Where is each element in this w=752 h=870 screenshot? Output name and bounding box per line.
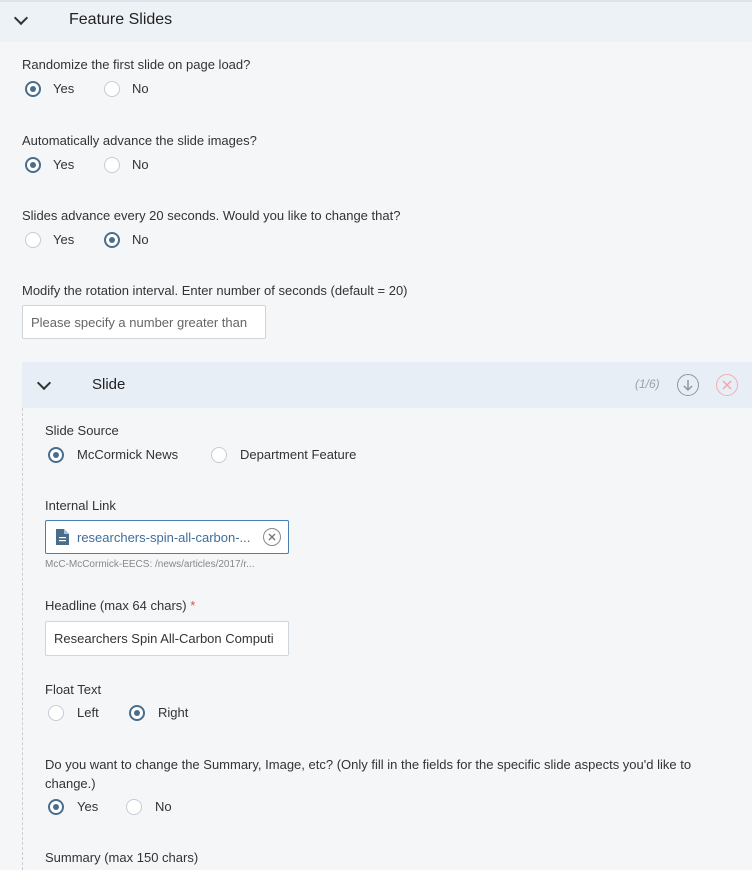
change-interval-yes-label[interactable]: Yes <box>53 232 74 247</box>
rotation-interval-label: Modify the rotation interval. Enter numb… <box>22 283 408 298</box>
change-summary-label-line2: change.) <box>45 776 96 791</box>
required-marker: * <box>190 598 196 613</box>
arrow-down-circle-icon <box>683 380 693 392</box>
slide-count: (1/6) <box>635 377 660 391</box>
close-circle-icon <box>722 380 732 390</box>
internal-link-field[interactable]: researchers-spin-all-carbon-... <box>45 520 289 554</box>
internal-link-path: McC-McCormick-EECS: /news/articles/2017/… <box>45 559 255 570</box>
chevron-down-icon[interactable] <box>13 10 29 26</box>
internal-link-label: Internal Link <box>45 498 116 513</box>
randomize-label: Randomize the first slide on page load? <box>22 57 251 72</box>
change-interval-yes-radio[interactable] <box>25 232 41 248</box>
slide-title: Slide <box>92 376 126 393</box>
float-left-label[interactable]: Left <box>77 705 99 720</box>
document-icon <box>56 529 69 545</box>
randomize-no-label[interactable]: No <box>132 81 149 96</box>
auto-advance-yes-label[interactable]: Yes <box>53 157 74 172</box>
summary-label: Summary (max 150 chars) <box>45 850 199 865</box>
source-department-feature-label[interactable]: Department Feature <box>240 447 356 462</box>
change-summary-no-label[interactable]: No <box>155 799 172 814</box>
change-summary-yes-radio[interactable] <box>48 799 64 815</box>
rotation-interval-input[interactable] <box>22 305 266 339</box>
randomize-yes-radio[interactable] <box>25 81 41 97</box>
slide-divider <box>22 408 23 870</box>
change-summary-no-radio[interactable] <box>126 799 142 815</box>
change-interval-no-label[interactable]: No <box>132 232 149 247</box>
change-interval-no-radio[interactable] <box>104 232 120 248</box>
change-summary-label-line1: Do you want to change the Summary, Image… <box>45 757 692 772</box>
headline-label: Headline (max 64 chars) * <box>45 598 195 613</box>
slide-header[interactable]: Slide (1/6) <box>22 362 752 408</box>
randomize-yes-label[interactable]: Yes <box>53 81 74 96</box>
clear-icon <box>268 533 276 541</box>
source-mccormick-news-label[interactable]: McCormick News <box>77 447 178 462</box>
slide-source-label: Slide Source <box>45 423 119 438</box>
source-mccormick-news-radio[interactable] <box>48 447 64 463</box>
float-right-label[interactable]: Right <box>158 705 188 720</box>
section-title: Feature Slides <box>69 11 173 28</box>
remove-slide-button[interactable] <box>716 374 738 396</box>
move-down-button[interactable] <box>677 374 699 396</box>
auto-advance-yes-radio[interactable] <box>25 157 41 173</box>
change-summary-yes-label[interactable]: Yes <box>77 799 98 814</box>
source-department-feature-radio[interactable] <box>211 447 227 463</box>
auto-advance-label: Automatically advance the slide images? <box>22 133 257 148</box>
internal-link-value[interactable]: researchers-spin-all-carbon-... <box>77 530 257 545</box>
float-right-radio[interactable] <box>129 705 145 721</box>
change-interval-label: Slides advance every 20 seconds. Would y… <box>22 208 401 223</box>
chevron-down-icon[interactable] <box>36 375 52 391</box>
clear-link-button[interactable] <box>263 528 281 546</box>
auto-advance-no-radio[interactable] <box>104 157 120 173</box>
float-text-label: Float Text <box>45 682 102 697</box>
randomize-no-radio[interactable] <box>104 81 120 97</box>
feature-slides-header[interactable]: Feature Slides <box>0 0 752 42</box>
auto-advance-no-label[interactable]: No <box>132 157 149 172</box>
float-left-radio[interactable] <box>48 705 64 721</box>
headline-label-text: Headline (max 64 chars) <box>45 598 187 613</box>
headline-input[interactable] <box>45 621 289 656</box>
